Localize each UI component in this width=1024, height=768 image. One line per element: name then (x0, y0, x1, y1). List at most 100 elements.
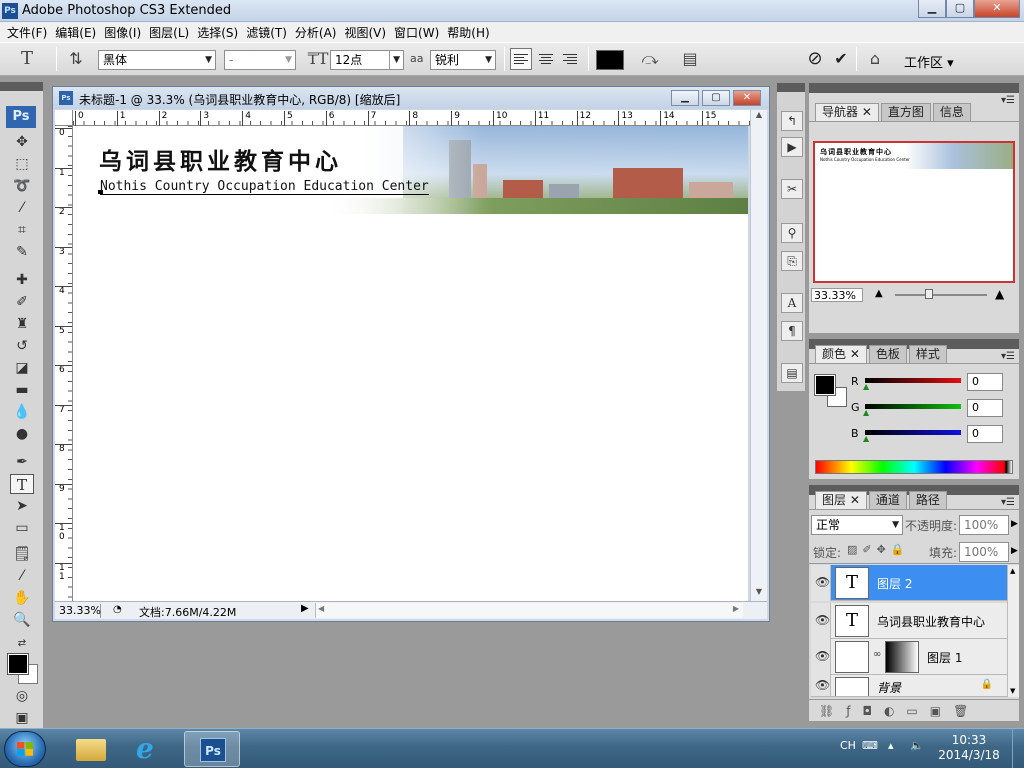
lock-options-icon[interactable]: ▨✐✥🔒 (847, 543, 910, 556)
tab-channels[interactable]: 通道 (868, 491, 907, 509)
layers-scrollbar[interactable]: ▲ ▼ (1007, 565, 1019, 697)
move-tool-icon[interactable]: ✥ (10, 132, 34, 152)
scroll-down-icon[interactable]: ▼ (751, 587, 767, 601)
tab-color[interactable]: 颜色 ✕ (815, 345, 867, 363)
blue-slider-handle[interactable]: ▲ (863, 434, 869, 443)
scroll-down-icon[interactable]: ▼ (1010, 687, 1015, 695)
tab-histogram[interactable]: 直方图 (880, 103, 931, 121)
fill-arrow-icon[interactable]: ▶ (1011, 546, 1018, 556)
blur-tool-icon[interactable]: 💧 (10, 402, 34, 422)
blend-mode-select[interactable]: 正常 ▼ (811, 515, 903, 535)
scroll-up-icon[interactable]: ▲ (751, 110, 767, 124)
opacity-input[interactable]: 100% (959, 515, 1009, 535)
path-selection-tool-icon[interactable]: ➤ (10, 496, 34, 516)
navigator-zoom-input[interactable]: 33.33% (811, 288, 863, 302)
color-spectrum-bar[interactable] (815, 460, 1013, 474)
text-color-swatch[interactable] (596, 50, 624, 70)
bridge-icon[interactable]: ⌂ (862, 49, 888, 69)
toggle-text-orientation-icon[interactable]: ⇅ (64, 49, 88, 69)
warp-text-icon[interactable]: ⤼ (638, 49, 662, 69)
tab-layers[interactable]: 图层 ✕ (815, 491, 867, 509)
healing-brush-tool-icon[interactable]: ✚ (10, 270, 34, 290)
vertical-ruler[interactable]: 0 1 2 3 4 5 6 7 8 9 10 11 (55, 126, 73, 601)
layer-row[interactable]: 👁 ∞ 图层 1 (811, 639, 1007, 675)
align-left-button[interactable] (510, 48, 532, 70)
lasso-tool-icon[interactable]: ➰ (10, 176, 34, 196)
layer-row[interactable]: 👁 T 图层 2 (811, 565, 1007, 601)
history-brush-tool-icon[interactable]: ↺ (10, 336, 34, 356)
brushes-panel-icon[interactable]: ⚲ (781, 223, 803, 243)
menu-file[interactable]: 文件(F) (4, 24, 50, 41)
keyboard-icon[interactable]: ⌨ (862, 739, 878, 752)
gradient-tool-icon[interactable]: ▬ (10, 380, 34, 400)
eraser-tool-icon[interactable]: ◪ (10, 358, 34, 378)
ruler-origin[interactable] (55, 110, 73, 126)
tab-styles[interactable]: 样式 (908, 345, 947, 363)
document-maximize-button[interactable]: ▢ (702, 90, 730, 106)
zoom-tool-icon[interactable]: 🔍 (10, 610, 34, 630)
document-minimize-button[interactable]: ▁ (671, 90, 699, 106)
visibility-eye-icon[interactable]: 👁 (815, 649, 830, 663)
menu-filter[interactable]: 滤镜(T) (243, 24, 290, 41)
panel-header[interactable] (0, 82, 43, 91)
panel-menu-icon[interactable]: ▾☰ (1001, 95, 1015, 106)
tool-presets-icon[interactable]: ✂ (781, 179, 803, 199)
align-center-button[interactable] (535, 48, 557, 70)
red-value-input[interactable]: 0 (967, 373, 1003, 391)
show-desktop-button[interactable] (1012, 729, 1024, 768)
quick-mask-icon[interactable]: ◎ (10, 686, 34, 706)
marquee-tool-icon[interactable]: ⬚ (10, 154, 34, 174)
layer-mask-thumbnail[interactable] (885, 641, 919, 673)
status-info-icon[interactable]: ◔ (113, 604, 122, 615)
chain-link-icon[interactable]: ∞ (873, 649, 881, 660)
antialias-select[interactable]: 锐利 ▼ (430, 50, 496, 70)
menu-window[interactable]: 窗口(W) (391, 24, 442, 41)
menu-layer[interactable]: 图层(L) (146, 24, 192, 41)
cancel-edit-button[interactable]: ⊘ (804, 49, 826, 69)
color-fg-swatch[interactable] (814, 374, 836, 396)
scroll-up-icon[interactable]: ▲ (1010, 567, 1015, 575)
horizontal-scrollbar[interactable]: ◀ ▶ (315, 603, 743, 618)
font-size-select[interactable]: 12点 ▼ (330, 50, 404, 70)
zoom-level[interactable]: 33.33% (59, 604, 101, 618)
input-language[interactable]: CH (840, 739, 856, 752)
close-button[interactable]: ✕ (974, 0, 1020, 18)
crop-tool-icon[interactable]: ⌗ (10, 220, 34, 240)
navigator-preview[interactable]: 乌词县职业教育中心 Nothis Country Occupation Educ… (813, 141, 1015, 283)
horizontal-ruler[interactable]: 0 1 2 3 4 5 6 7 8 9 10 11 12 13 14 15 (73, 110, 751, 126)
blue-value-input[interactable]: 0 (967, 425, 1003, 443)
align-right-button[interactable] (559, 48, 581, 70)
start-button[interactable] (4, 731, 46, 767)
layer-comps-icon[interactable]: ▤ (781, 363, 803, 383)
panel-header[interactable] (809, 83, 1019, 93)
screen-mode-icon[interactable]: ▣ (10, 708, 34, 728)
character-panel-icon[interactable]: A (781, 293, 803, 313)
magic-wand-tool-icon[interactable]: ⁄ (10, 198, 34, 218)
brush-tool-icon[interactable]: ✐ (10, 292, 34, 312)
tab-swatches[interactable]: 色板 (868, 345, 907, 363)
panel-header[interactable] (777, 83, 805, 92)
hand-tool-icon[interactable]: ✋ (10, 588, 34, 608)
zoom-slider-handle[interactable] (925, 289, 933, 299)
fill-input[interactable]: 100% (959, 542, 1009, 562)
type-tool-icon[interactable]: T (10, 474, 34, 494)
paragraph-panel-icon[interactable]: ¶ (781, 321, 803, 341)
workspace-menu[interactable]: 工作区 ▾ (904, 52, 954, 71)
visibility-eye-icon[interactable]: 👁 (815, 678, 830, 692)
red-slider-handle[interactable]: ▲ (863, 382, 869, 391)
shape-tool-icon[interactable]: ▭ (10, 518, 34, 538)
ie-taskbar-button[interactable]: e (122, 731, 178, 767)
visibility-eye-icon[interactable]: 👁 (815, 575, 830, 589)
history-panel-icon[interactable]: ↰ (781, 111, 803, 131)
layer-row[interactable]: 👁 T 乌词县职业教育中心 (811, 603, 1007, 639)
maximize-button[interactable]: ▢ (946, 0, 974, 18)
green-value-input[interactable]: 0 (967, 399, 1003, 417)
document-close-button[interactable]: ✕ (733, 90, 761, 106)
character-panel-icon[interactable]: ▤ (678, 49, 702, 69)
green-slider-handle[interactable]: ▲ (863, 408, 869, 417)
panel-menu-icon[interactable]: ▾☰ (1001, 351, 1015, 362)
document-title-bar[interactable]: Ps 未标题-1 @ 33.3% (乌词县职业教育中心, RGB/8) [缩放后… (53, 87, 769, 109)
menu-select[interactable]: 选择(S) (194, 24, 241, 41)
menu-analysis[interactable]: 分析(A) (292, 24, 340, 41)
status-menu-arrow-icon[interactable]: ▶ (301, 603, 309, 614)
